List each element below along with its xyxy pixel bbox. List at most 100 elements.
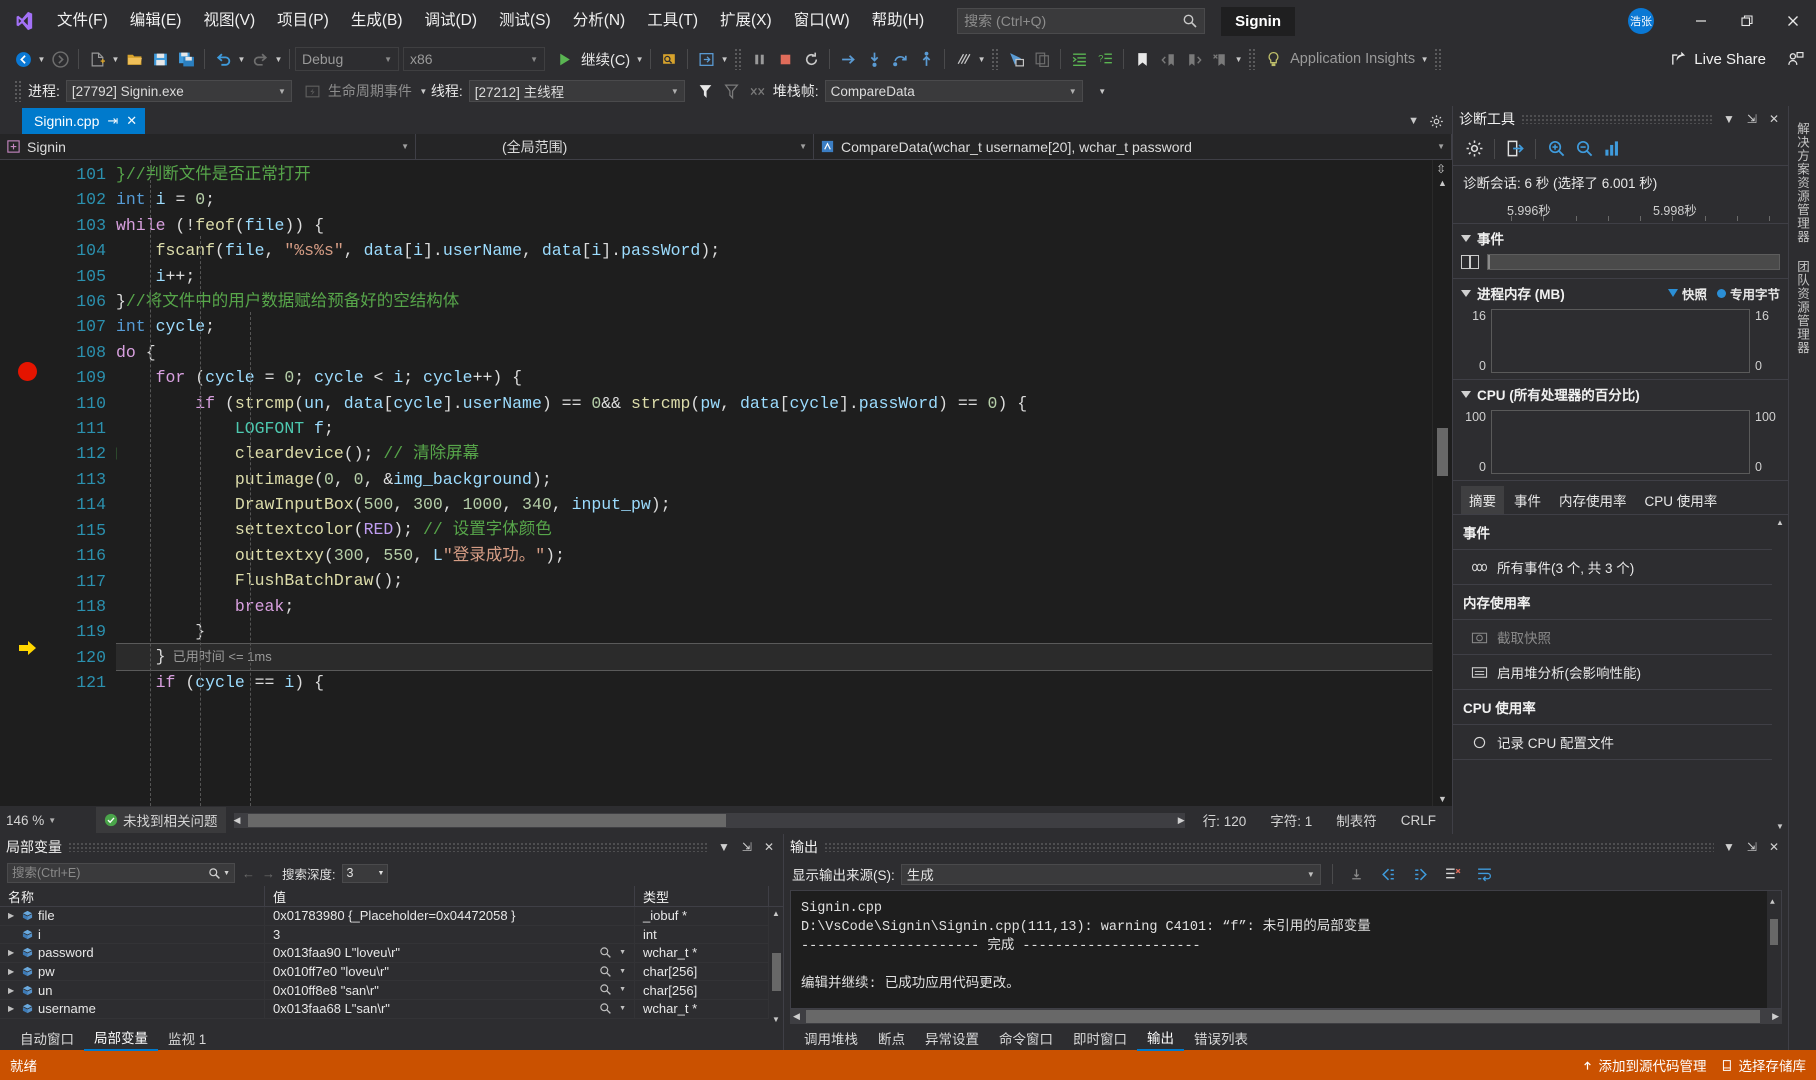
column-header-type[interactable]: 类型 (635, 886, 769, 906)
lifecycle-caret[interactable]: ▼ (418, 78, 429, 104)
menu-project[interactable]: 项目(P) (266, 0, 340, 42)
output-dropdown-icon[interactable]: ▼ (1720, 840, 1738, 854)
menu-extensions[interactable]: 扩展(X) (709, 0, 783, 42)
gear-icon[interactable] (1429, 114, 1444, 129)
diagnostics-scrollbar[interactable]: ▲ ▼ (1772, 515, 1788, 834)
visualizer-magnifier-icon[interactable] (599, 965, 612, 978)
code-line[interactable]: break; (116, 594, 1432, 619)
toggle-bookmark-button[interactable] (1129, 46, 1155, 72)
tab-breakpoints[interactable]: 断点 (868, 1026, 915, 1050)
tab-call-stack[interactable]: 调用堆栈 (794, 1026, 868, 1050)
stackframe-combo[interactable]: CompareData ▼ (824, 80, 1083, 102)
editor-scroll-thumb[interactable] (1437, 428, 1448, 476)
export-report-button[interactable] (1502, 136, 1528, 162)
show-threads-button[interactable] (745, 78, 771, 104)
uncomment-selection-button[interactable] (1029, 46, 1055, 72)
expand-toggle-icon[interactable]: ▶ (8, 986, 17, 995)
editor-horizontal-scrollbar[interactable]: ◀ ▶ (233, 812, 1185, 828)
nav-scope-combo[interactable]: (全局范围) ▼ (416, 134, 814, 159)
code-line[interactable]: i++; (116, 264, 1432, 289)
select-repository-button[interactable]: 选择存储库 (1721, 1055, 1806, 1075)
code-line[interactable]: LOGFONT f; (116, 416, 1432, 441)
code-line[interactable]: } 已用时间 <= 1ms (116, 643, 1432, 671)
continue-label[interactable]: 继续(C) (577, 49, 634, 70)
step-out-button[interactable] (913, 46, 939, 72)
table-row[interactable]: ▶ username 0x013faa68 L"san\r" ▼ wchar_t * (0, 999, 769, 1019)
menu-help[interactable]: 帮助(H) (861, 0, 936, 42)
locals-dropdown-icon[interactable]: ▼ (715, 840, 733, 854)
bookmark-caret[interactable]: ▼ (1233, 46, 1244, 72)
split-view-icon[interactable]: ⇳ (1436, 162, 1450, 176)
run-to-cursor-button[interactable] (835, 46, 861, 72)
expand-toggle-icon[interactable]: ▶ (8, 911, 17, 920)
output-source-combo[interactable]: 生成 ▼ (900, 863, 1321, 885)
glyph-margin[interactable] (0, 160, 56, 806)
tab-error-list[interactable]: 错误列表 (1184, 1026, 1258, 1050)
code-line[interactable]: while (!feof(file)) { (116, 213, 1432, 238)
pin-panel-icon[interactable]: ⇲ (1744, 112, 1760, 126)
table-row[interactable]: ▶ pw 0x010ff7e0 "loveu\r" ▼ char[256] (0, 962, 769, 982)
comment-selection-button[interactable] (1003, 46, 1029, 72)
dtab-memory[interactable]: 内存使用率 (1551, 486, 1635, 514)
redo-button[interactable] (247, 46, 273, 72)
visualizer-magnifier-icon[interactable] (599, 946, 612, 959)
code-line[interactable]: } (116, 619, 1432, 644)
nav-member-combo[interactable]: CompareData(wchar_t username[20], wchar_… (814, 134, 1452, 159)
dtab-summary[interactable]: 摘要 (1461, 486, 1504, 514)
locals-close-icon[interactable]: ✕ (761, 840, 777, 854)
clear-bookmarks-button[interactable] (1207, 46, 1233, 72)
cell-value[interactable]: 0x013faa90 L"loveu\r" ▼ (265, 944, 635, 962)
output-text[interactable]: Signin.cpp D:\VsCode\Signin\Signin.cpp(1… (790, 890, 1782, 1009)
visualizer-caret-icon[interactable]: ▼ (619, 1005, 626, 1012)
code-line[interactable]: putimage(0, 0, &img_background); (116, 467, 1432, 492)
code-line[interactable]: for (cycle = 0; cycle < i; cycle++) { (116, 365, 1432, 390)
code-line[interactable]: }//判断文件是否正常打开 (116, 162, 1432, 187)
editor-vertical-scrollbar[interactable]: ⇳ ▲ ▼ (1432, 160, 1452, 806)
cell-value[interactable]: 0x010ff7e0 "loveu\r" ▼ (265, 962, 635, 981)
code-line[interactable]: FlushBatchDraw(); (116, 568, 1432, 593)
tab-exception-settings[interactable]: 异常设置 (915, 1026, 989, 1050)
previous-bookmark-button[interactable] (1155, 46, 1181, 72)
search-input[interactable] (964, 13, 1183, 29)
memory-plot-area[interactable] (1491, 309, 1750, 373)
column-header-name[interactable]: 名称 (0, 886, 265, 906)
issues-indicator[interactable]: 未找到相关问题 (96, 807, 226, 833)
search-depth-combo[interactable]: 3 ▼ (342, 863, 389, 883)
hscroll-thumb[interactable] (247, 813, 726, 827)
visualizer-caret-icon[interactable]: ▼ (619, 949, 626, 956)
code-surface[interactable]: 101 102 103 104 105 106 107 108 109 110 111 112 113 1… (0, 160, 1452, 806)
output-scroll-thumb[interactable] (1770, 919, 1778, 945)
clear-pane-button[interactable] (1440, 861, 1466, 887)
toggle-wordwrap-button[interactable] (1472, 861, 1498, 887)
zoom-reset-button[interactable] (1599, 136, 1625, 162)
diag-scroll-up-icon[interactable]: ▲ (1776, 518, 1784, 527)
column-header-value[interactable]: 值 (265, 886, 635, 906)
lifecycle-events-button[interactable] (300, 78, 326, 104)
tab-signin-cpp[interactable]: Signin.cpp ⇥ ✕ (22, 108, 146, 134)
tab-overflow-caret-icon[interactable]: ▼ (1408, 115, 1419, 127)
scroll-up-arrow-icon[interactable]: ▲ (1438, 178, 1447, 188)
output-vertical-scrollbar[interactable]: ▲ (1767, 891, 1781, 1008)
continue-caret[interactable]: ▼ (634, 46, 645, 72)
scroll-down-arrow-icon[interactable]: ▼ (1438, 794, 1447, 804)
code-line[interactable]: if (strcmp(un, data[cycle].userName) == … (116, 391, 1432, 416)
table-row[interactable]: ▶ password 0x013faa90 L"loveu\r" ▼ wchar_t * (0, 944, 769, 963)
attach-process-button[interactable] (656, 46, 682, 72)
save-button[interactable] (147, 46, 173, 72)
dtab-events[interactable]: 事件 (1506, 486, 1549, 514)
events-section-header[interactable]: 事件 (1453, 224, 1788, 252)
panel-dropdown-icon[interactable]: ▼ (1720, 112, 1738, 126)
memory-section-header[interactable]: 进程内存 (MB) 快照 专用字节 (1453, 279, 1788, 307)
stop-debugging-button[interactable] (772, 46, 798, 72)
navigate-forward-button[interactable] (47, 46, 73, 72)
close-tab-icon[interactable]: ✕ (126, 113, 137, 129)
live-share-button[interactable]: Live Share (1670, 50, 1766, 68)
locals-scrollbar[interactable]: ▲ ▼ (769, 907, 783, 1026)
diag-scroll-down-icon[interactable]: ▼ (1776, 822, 1784, 831)
locals-search-input[interactable] (12, 866, 209, 880)
process-combo[interactable]: [27792] Signin.exe ▼ (65, 80, 292, 102)
summary-take-snapshot-row[interactable]: 截取快照 (1453, 620, 1772, 655)
tab-autos[interactable]: 自动窗口 (10, 1026, 84, 1050)
out-hscroll-left-icon[interactable]: ◀ (793, 1011, 800, 1022)
expand-toggle-icon[interactable]: ▶ (8, 948, 17, 957)
